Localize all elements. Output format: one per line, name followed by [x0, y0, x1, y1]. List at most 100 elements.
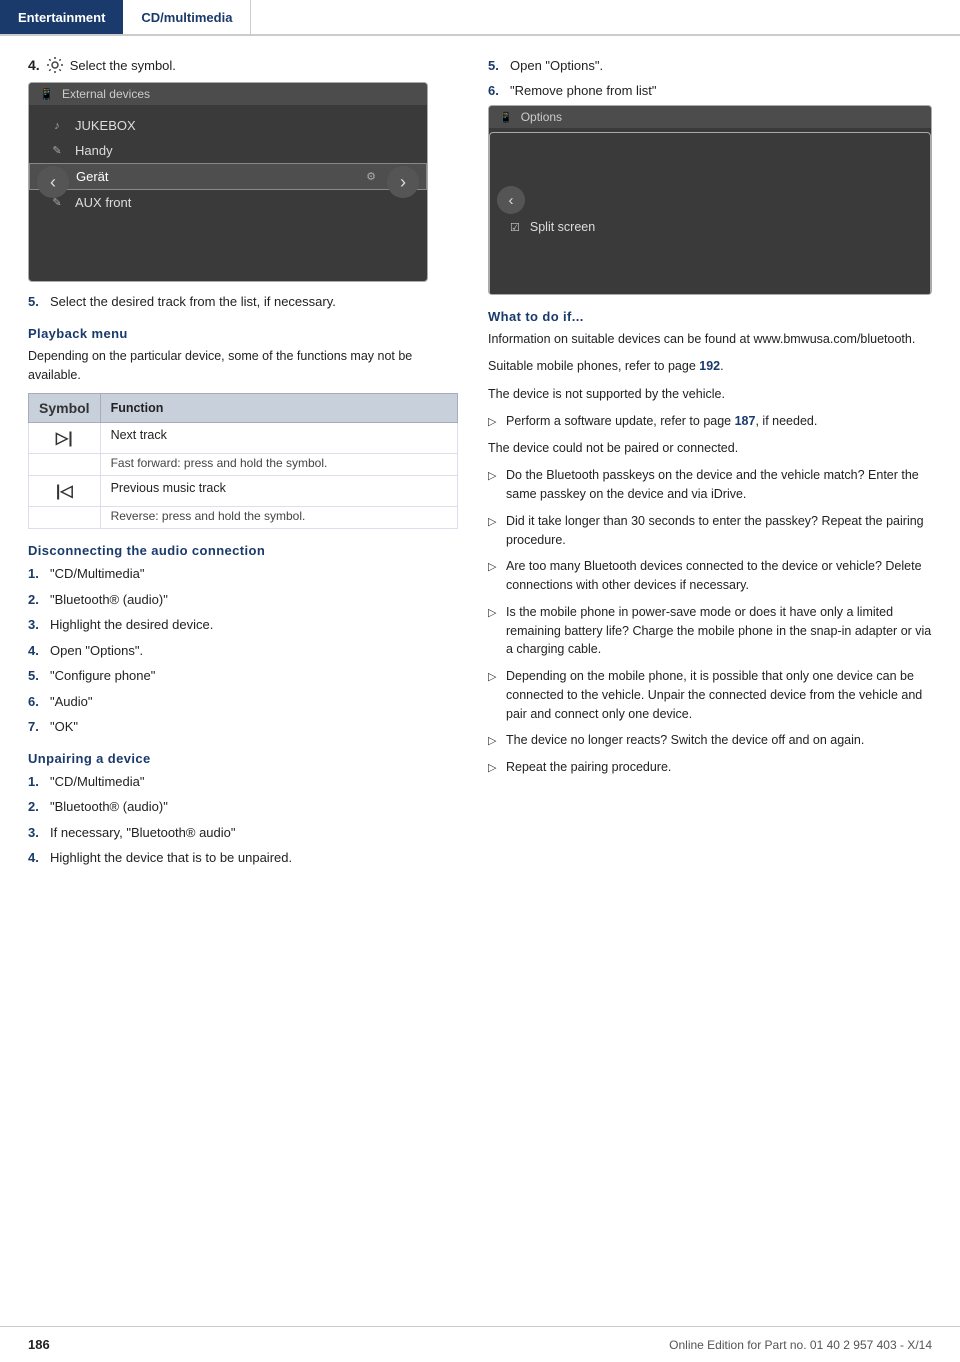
- bullet8-text: Repeat the pairing procedure.: [506, 758, 671, 777]
- screen1-menu: ♪ JUKEBOX ✎ Handy ✔ Gerät ⚙ ✎ AUX front: [29, 105, 427, 223]
- gear-icon: [46, 56, 64, 74]
- step5-right-number: 5.: [488, 56, 510, 76]
- screen1-gerat-label: Gerät: [76, 169, 109, 184]
- bullet-item-3: ▷ Did it take longer than 30 seconds to …: [488, 512, 932, 550]
- disconnect-step4-num: 4.: [28, 641, 50, 661]
- next-track-icon: ▷|: [29, 423, 101, 454]
- unpair-step3-text: If necessary, "Bluetooth® audio": [50, 823, 458, 843]
- next-track-func1: Next track: [100, 423, 457, 454]
- disconnect-step7-text: "OK": [50, 717, 458, 737]
- bullet-list-2: ▷ Do the Bluetooth passkeys on the devic…: [488, 466, 932, 777]
- bullet-arrow-7: ▷: [488, 733, 498, 750]
- bullet-arrow-3: ▷: [488, 514, 498, 550]
- bullet-arrow-2: ▷: [488, 468, 498, 504]
- bullet4-text: Are too many Bluetooth devices connected…: [506, 557, 932, 595]
- nav-right-btn[interactable]: ›: [387, 166, 419, 198]
- bullet-arrow-1: ▷: [488, 414, 498, 431]
- disconnect-step2-num: 2.: [28, 590, 50, 610]
- bullet7-text: The device no longer reacts? Switch the …: [506, 731, 864, 750]
- disconnect-step-2: 2. "Bluetooth® (audio)": [28, 590, 458, 610]
- split-icon: ☑: [510, 221, 520, 234]
- right-column: 5. Open "Options". 6. "Remove phone from…: [488, 56, 932, 874]
- unpair-step4-text: Highlight the device that is to be unpai…: [50, 848, 458, 868]
- screen1-item-jukebox: ♪ JUKEBOX: [29, 113, 427, 138]
- what-todo-para4: The device could not be paired or connec…: [488, 439, 932, 458]
- para2-link[interactable]: 192: [699, 359, 720, 373]
- step5-left-text: Select the desired track from the list, …: [50, 292, 458, 312]
- table-header-symbol: Symbol: [29, 394, 101, 423]
- bullet-item-4: ▷ Are too many Bluetooth devices connect…: [488, 557, 932, 595]
- disconnect-step4-text: Open "Options".: [50, 641, 458, 661]
- disconnect-step6-text: "Audio": [50, 692, 458, 712]
- what-todo-para1: Information on suitable devices can be f…: [488, 330, 932, 349]
- bullet-arrow-5: ▷: [488, 605, 498, 659]
- screen1-gerat-gear: ⚙: [366, 170, 376, 183]
- nav-left-btn[interactable]: ‹: [37, 166, 69, 198]
- prev-track-func1: Previous music track: [100, 476, 457, 507]
- next-track-icon-empty: [29, 454, 101, 476]
- bullet-item-6: ▷ Depending on the mobile phone, it is p…: [488, 667, 932, 723]
- screen1-jukebox-label: JUKEBOX: [75, 118, 136, 133]
- step5-left: 5. Select the desired track from the lis…: [28, 292, 458, 312]
- disconnect-step-6: 6. "Audio": [28, 692, 458, 712]
- disconnect-step-1: 1. "CD/Multimedia": [28, 564, 458, 584]
- unpair-step-2: 2. "Bluetooth® (audio)": [28, 797, 458, 817]
- table-row-prev-sub: Reverse: press and hold the symbol.: [29, 507, 458, 529]
- bullet2-text: Do the Bluetooth passkeys on the device …: [506, 466, 932, 504]
- bullet1-link[interactable]: 187: [735, 414, 756, 428]
- unpair-step2-text: "Bluetooth® (audio)": [50, 797, 458, 817]
- bullet-item-1: ▷ Perform a software update, refer to pa…: [488, 412, 932, 431]
- bullet-item-5: ▷ Is the mobile phone in power-save mode…: [488, 603, 932, 659]
- unpair-steps: 1. "CD/Multimedia" 2. "Bluetooth® (audio…: [28, 772, 458, 868]
- screen2-menu: ☑ Split screen Close control display Ger…: [489, 128, 931, 295]
- screen2-nav-left[interactable]: ‹: [497, 186, 525, 214]
- unpair-step-3: 3. If necessary, "Bluetooth® audio": [28, 823, 458, 843]
- unpair-step-1: 1. "CD/Multimedia": [28, 772, 458, 792]
- disconnect-step3-num: 3.: [28, 615, 50, 635]
- step5-right-text: Open "Options".: [510, 56, 603, 76]
- what-todo-para2: Suitable mobile phones, refer to page 19…: [488, 357, 932, 376]
- bullet-arrow-8: ▷: [488, 760, 498, 777]
- para2-text: Suitable mobile phones, refer to page: [488, 359, 699, 373]
- step5-left-number: 5.: [28, 292, 50, 312]
- bullet1-text: Perform a software update, refer to page…: [506, 412, 817, 431]
- screen2-title-icon: 📱: [499, 111, 513, 124]
- music-icon: ♪: [49, 120, 65, 132]
- tab-cd-multimedia[interactable]: CD/multimedia: [123, 0, 251, 34]
- footer-copy: Online Edition for Part no. 01 40 2 957 …: [669, 1338, 932, 1352]
- what-todo-para3: The device is not supported by the vehic…: [488, 385, 932, 404]
- tab-entertainment[interactable]: Entertainment: [0, 0, 123, 34]
- unpair-step3-num: 3.: [28, 823, 50, 843]
- screen1-item-gerat: ✔ Gerät ⚙: [29, 163, 427, 190]
- playback-menu-heading: Playback menu: [28, 326, 458, 341]
- header: Entertainment CD/multimedia: [0, 0, 960, 36]
- left-column: 4. Select the symbol. 📱 External devices…: [28, 56, 458, 874]
- table-row-next: ▷| Next track: [29, 423, 458, 454]
- unpair-step4-num: 4.: [28, 848, 50, 868]
- screen1-title: External devices: [62, 87, 150, 101]
- disconnect-step-3: 3. Highlight the desired device.: [28, 615, 458, 635]
- prev-track-icon-empty: [29, 507, 101, 529]
- screen1-aux-label: AUX front: [75, 195, 131, 210]
- unpair-heading: Unpairing a device: [28, 751, 458, 766]
- prev-track-func2: Reverse: press and hold the symbol.: [100, 507, 457, 529]
- unpair-step1-num: 1.: [28, 772, 50, 792]
- disconnect-step5-num: 5.: [28, 666, 50, 686]
- bullet6-text: Depending on the mobile phone, it is pos…: [506, 667, 932, 723]
- step5-right: 5. Open "Options".: [488, 56, 932, 76]
- disconnect-step6-num: 6.: [28, 692, 50, 712]
- page-number: 186: [28, 1337, 50, 1352]
- screen1-image: 📱 External devices ♪ JUKEBOX ✎ Handy ✔ G…: [28, 82, 428, 282]
- screen1-handy-label: Handy: [75, 143, 113, 158]
- disconnect-step3-text: Highlight the desired device.: [50, 615, 458, 635]
- function-table: Symbol Function ▷| Next track Fast forwa…: [28, 393, 458, 529]
- screen1-item-handy: ✎ Handy: [29, 138, 427, 163]
- unpair-step-4: 4. Highlight the device that is to be un…: [28, 848, 458, 868]
- next-track-func2: Fast forward: press and hold the symbol.: [100, 454, 457, 476]
- disconnect-step1-text: "CD/Multimedia": [50, 564, 458, 584]
- step4-line: 4. Select the symbol.: [28, 56, 458, 74]
- table-row-next-sub: Fast forward: press and hold the symbol.: [29, 454, 458, 476]
- disconnect-step-4: 4. Open "Options".: [28, 641, 458, 661]
- disconnect-step1-num: 1.: [28, 564, 50, 584]
- table-row-prev: |◁ Previous music track: [29, 476, 458, 507]
